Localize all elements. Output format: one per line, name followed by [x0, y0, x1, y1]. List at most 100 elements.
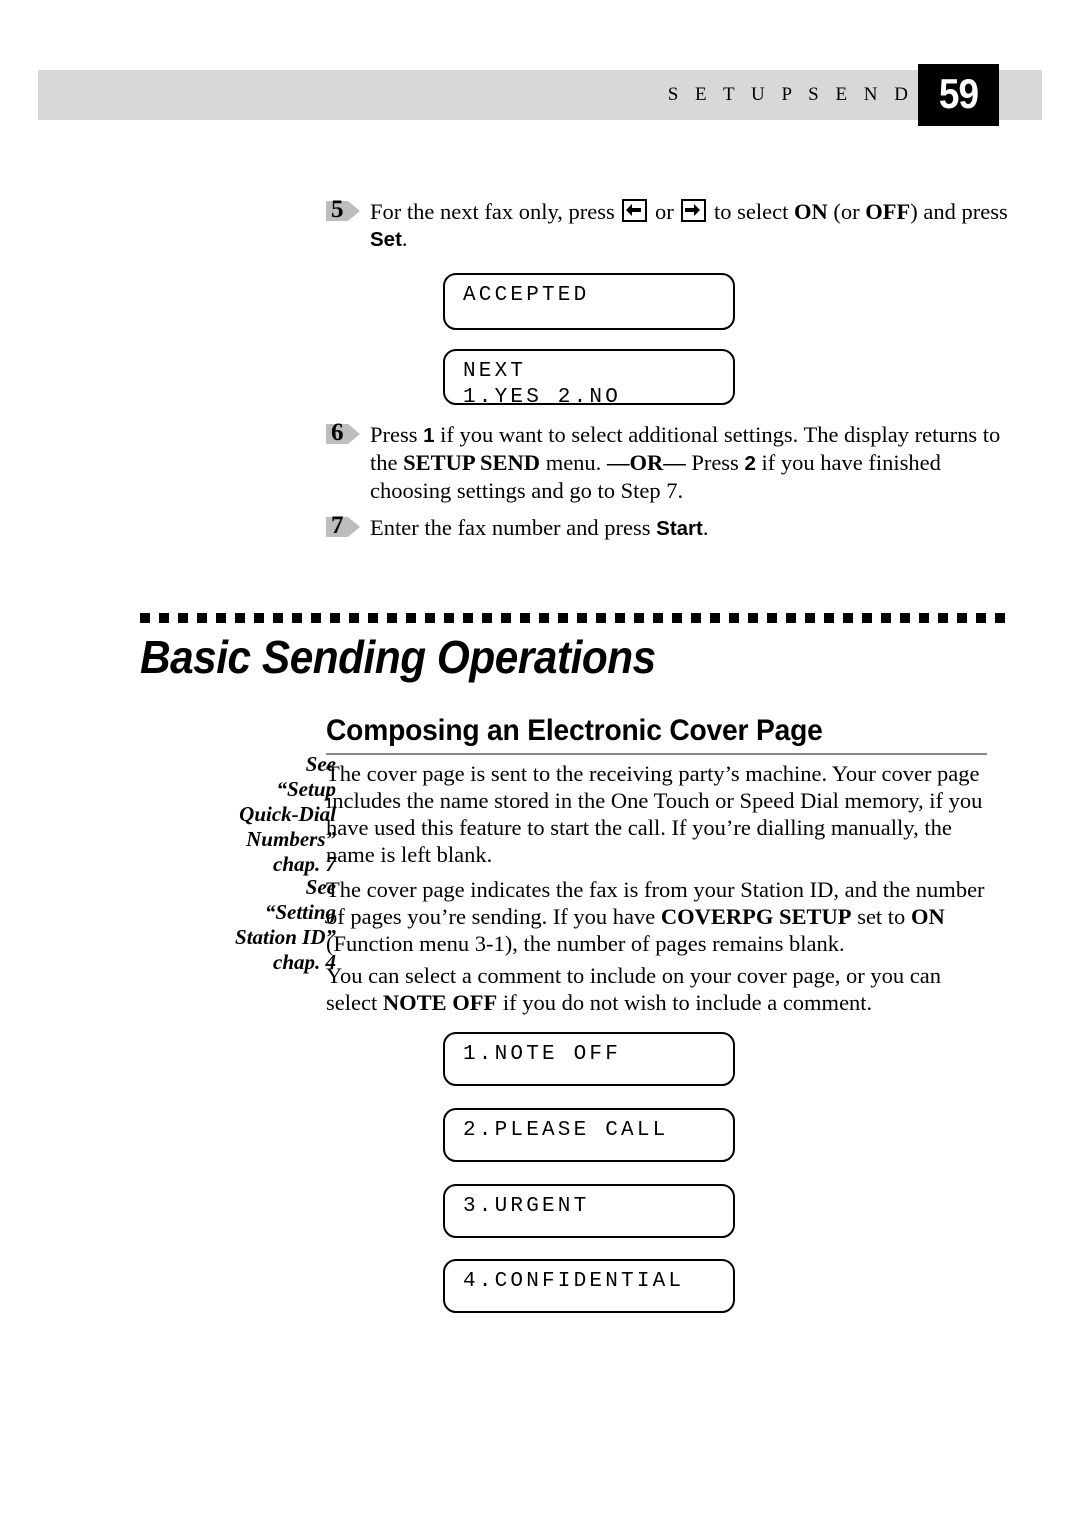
step-5-seg-6: (or [827, 199, 866, 224]
running-head: S E T U P S E N D [667, 84, 914, 105]
chapter-title: Basic Sending Operations [140, 631, 656, 683]
divider-square [767, 613, 777, 623]
lcd-confidential-line1: 4.CONFIDENTIAL [463, 1270, 685, 1293]
divider-square [368, 613, 378, 623]
step-5-seg-8: ) and press [910, 199, 1008, 224]
margin-note-line: chap. 4 [273, 950, 336, 974]
lcd-display-urgent: 3.URGENT [443, 1184, 735, 1238]
lcd-please-call-line1: 2.PLEASE CALL [463, 1119, 669, 1142]
lcd-next-line2: 1.YES 2.NO [463, 386, 622, 409]
par-2-seg-coverpg-setup: COVERPG SETUP [660, 904, 852, 929]
divider-square [520, 613, 530, 623]
divider-square [843, 613, 853, 623]
divider-square [919, 613, 929, 623]
step-5-seg-2: or [649, 199, 680, 224]
par-3-seg-note-off: NOTE OFF [382, 990, 498, 1015]
divider-square [938, 613, 948, 623]
divider-square [501, 613, 511, 623]
step-6-text: Press 1 if you want to select additional… [370, 422, 1000, 503]
lcd-display-please-call: 2.PLEASE CALL [443, 1108, 735, 1162]
divider-square [824, 613, 834, 623]
procedure-steps-cont: 6 Press 1 if you want to select addition… [326, 419, 1016, 552]
divider-square [634, 613, 644, 623]
par-1-seg-0: The cover page is sent to the receiving … [326, 761, 983, 867]
step-6-seg-0: Press [370, 422, 424, 447]
par-2-seg-2: set to [851, 904, 911, 929]
step-5-seg-10: . [401, 226, 408, 251]
left-arrow-key-icon [622, 199, 648, 222]
divider-square [197, 613, 207, 623]
divider-square [216, 613, 226, 623]
divider-square [539, 613, 549, 623]
par-2-seg-on: ON [910, 904, 945, 929]
divider-square [957, 613, 967, 623]
divider-square [558, 613, 568, 623]
divider-square [691, 613, 701, 623]
divider-square [273, 613, 283, 623]
par-2-seg-4: (Function menu 3-1), the number of pages… [326, 931, 845, 956]
divider-square [425, 613, 435, 623]
step-7-seg-start: Start [656, 517, 703, 540]
lcd-next-line1: NEXT [463, 360, 527, 383]
step-7-seg-0: Enter the fax number and press [370, 515, 657, 540]
divider-square [710, 613, 720, 623]
section-underline [326, 753, 987, 755]
par-3-seg-2: if you do not wish to include a comment. [497, 990, 873, 1015]
divider-square [672, 613, 682, 623]
divider-square [159, 613, 169, 623]
margin-note-line: chap. 7 [273, 852, 336, 876]
margin-note-line: Numbers” [246, 827, 336, 851]
divider-square [311, 613, 321, 623]
paragraph-comment-selection: You can select a comment to include on y… [326, 962, 992, 1016]
lcd-urgent-line1: 3.URGENT [463, 1195, 590, 1218]
divider-square [653, 613, 663, 623]
divider-square [254, 613, 264, 623]
step-6-seg-6: Press [685, 450, 745, 475]
step-5: 5 For the next fax only, press or to sel… [326, 196, 1016, 253]
page-number-badge: 59 [918, 64, 999, 126]
lcd-note-off-line1: 1.NOTE OFF [463, 1043, 622, 1066]
step-6-seg-setup-send: SETUP SEND [403, 450, 541, 475]
step-6-seg-one: 1 [423, 424, 435, 447]
lcd-display-confidential: 4.CONFIDENTIAL [443, 1259, 735, 1313]
step-6: 6 Press 1 if you want to select addition… [326, 419, 1016, 504]
right-arrow-key-icon [681, 199, 707, 222]
step-7-seg-2: . [702, 515, 709, 540]
step-5-text: For the next fax only, press or to selec… [370, 199, 1008, 251]
step-7: 7 Enter the fax number and press Start. [326, 512, 1016, 542]
step-marker-6: 6 [326, 419, 364, 446]
margin-note-line: Station ID” [235, 925, 336, 949]
divider-square [805, 613, 815, 623]
paragraph-station-id: The cover page indicates the fax is from… [326, 876, 992, 957]
margin-note-line: Quick-Dial [239, 802, 336, 826]
divider-square [995, 613, 1005, 623]
page-number: 59 [938, 70, 979, 117]
lcd-display-accepted: ACCEPTED [443, 273, 735, 330]
step-number-6: 6 [331, 419, 344, 446]
divider-square [292, 613, 302, 623]
step-number-5: 5 [331, 196, 344, 223]
divider-square [178, 613, 188, 623]
step-7-text: Enter the fax number and press Start. [370, 515, 709, 540]
divider-square [482, 613, 492, 623]
dotted-divider [140, 613, 1005, 623]
divider-square [976, 613, 986, 623]
margin-note-setting-station-id: See “Setting Station ID” chap. 4 [116, 875, 336, 975]
divider-square [140, 613, 150, 623]
step-5-seg-0: For the next fax only, press [370, 199, 621, 224]
divider-square [729, 613, 739, 623]
margin-note-line: See [305, 752, 336, 776]
divider-square [387, 613, 397, 623]
margin-note-line: “Setting [264, 900, 336, 924]
paragraph-cover-page-intro: The cover page is sent to the receiving … [326, 760, 992, 868]
divider-square [615, 613, 625, 623]
lcd-accepted-line1: ACCEPTED [463, 284, 590, 307]
step-6-seg-or: —OR— [606, 450, 686, 475]
divider-square [349, 613, 359, 623]
margin-note-setup-quick-dial: See “Setup Quick-Dial Numbers” chap. 7 [116, 752, 336, 877]
step-5-seg-off: OFF [865, 199, 911, 224]
divider-square [330, 613, 340, 623]
step-6-seg-two: 2 [744, 452, 756, 475]
divider-square [748, 613, 758, 623]
step-marker-7: 7 [326, 512, 364, 539]
